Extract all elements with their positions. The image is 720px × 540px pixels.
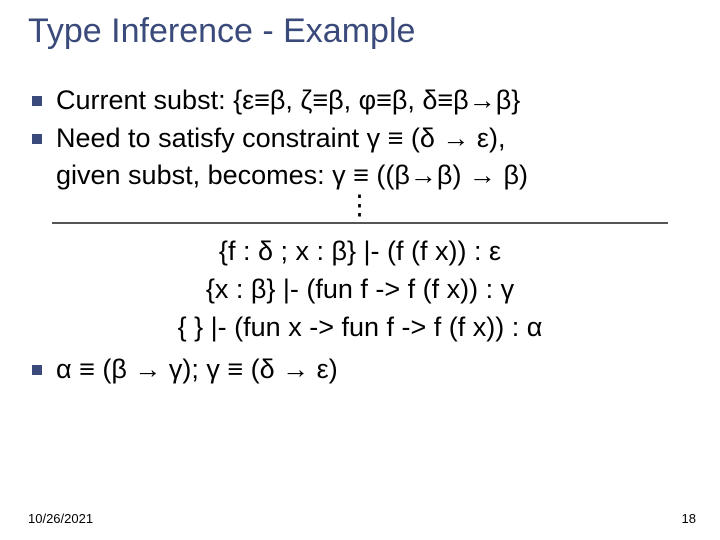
square-bullet-icon xyxy=(32,96,42,106)
bullet-text: Current subst: {ε≡β, ζ≡β, φ≡β, δ≡β→β} xyxy=(56,82,688,118)
constraints-text: α ≡ (β → γ); γ ≡ (δ → ε) xyxy=(56,351,688,387)
derivation-line-3: { } |- (fun x -> fun f -> f (f x)) : α xyxy=(32,308,688,346)
slide-body: Current subst: {ε≡β, ζ≡β, φ≡β, δ≡β→β} Ne… xyxy=(32,82,688,387)
derivation-line-2: {x : β} |- (fun f -> f (f x)) : γ xyxy=(32,270,688,308)
square-bullet-icon xyxy=(32,365,42,375)
bullet-item-3: α ≡ (β → γ); γ ≡ (δ → ε) xyxy=(32,351,688,387)
bullet-item-2: Need to satisfy constraint γ ≡ (δ → ε), … xyxy=(32,120,688,193)
square-bullet-icon xyxy=(32,134,42,144)
slide: Type Inference - Example Current subst: … xyxy=(0,0,720,540)
bullet-item-1: Current subst: {ε≡β, ζ≡β, φ≡β, δ≡β→β} xyxy=(32,82,688,118)
footer-page-number: 18 xyxy=(682,511,696,526)
footer-date: 10/26/2021 xyxy=(28,511,93,526)
vertical-dots-icon: ⋮ xyxy=(32,193,688,217)
bullet-text: Need to satisfy constraint γ ≡ (δ → ε), … xyxy=(56,120,688,193)
derivation-block: {f : δ ; x : β} |- (f (f x)) : ε {x : β}… xyxy=(32,232,688,347)
bullet-text-line2: given subst, becomes: γ ≡ ((β→β) → β) xyxy=(56,160,528,190)
bullet-text-line1: Need to satisfy constraint γ ≡ (δ → ε), xyxy=(56,123,505,153)
slide-title: Type Inference - Example xyxy=(28,12,415,51)
inference-rule-line xyxy=(52,222,668,224)
derivation-line-1: {f : δ ; x : β} |- (f (f x)) : ε xyxy=(32,232,688,270)
